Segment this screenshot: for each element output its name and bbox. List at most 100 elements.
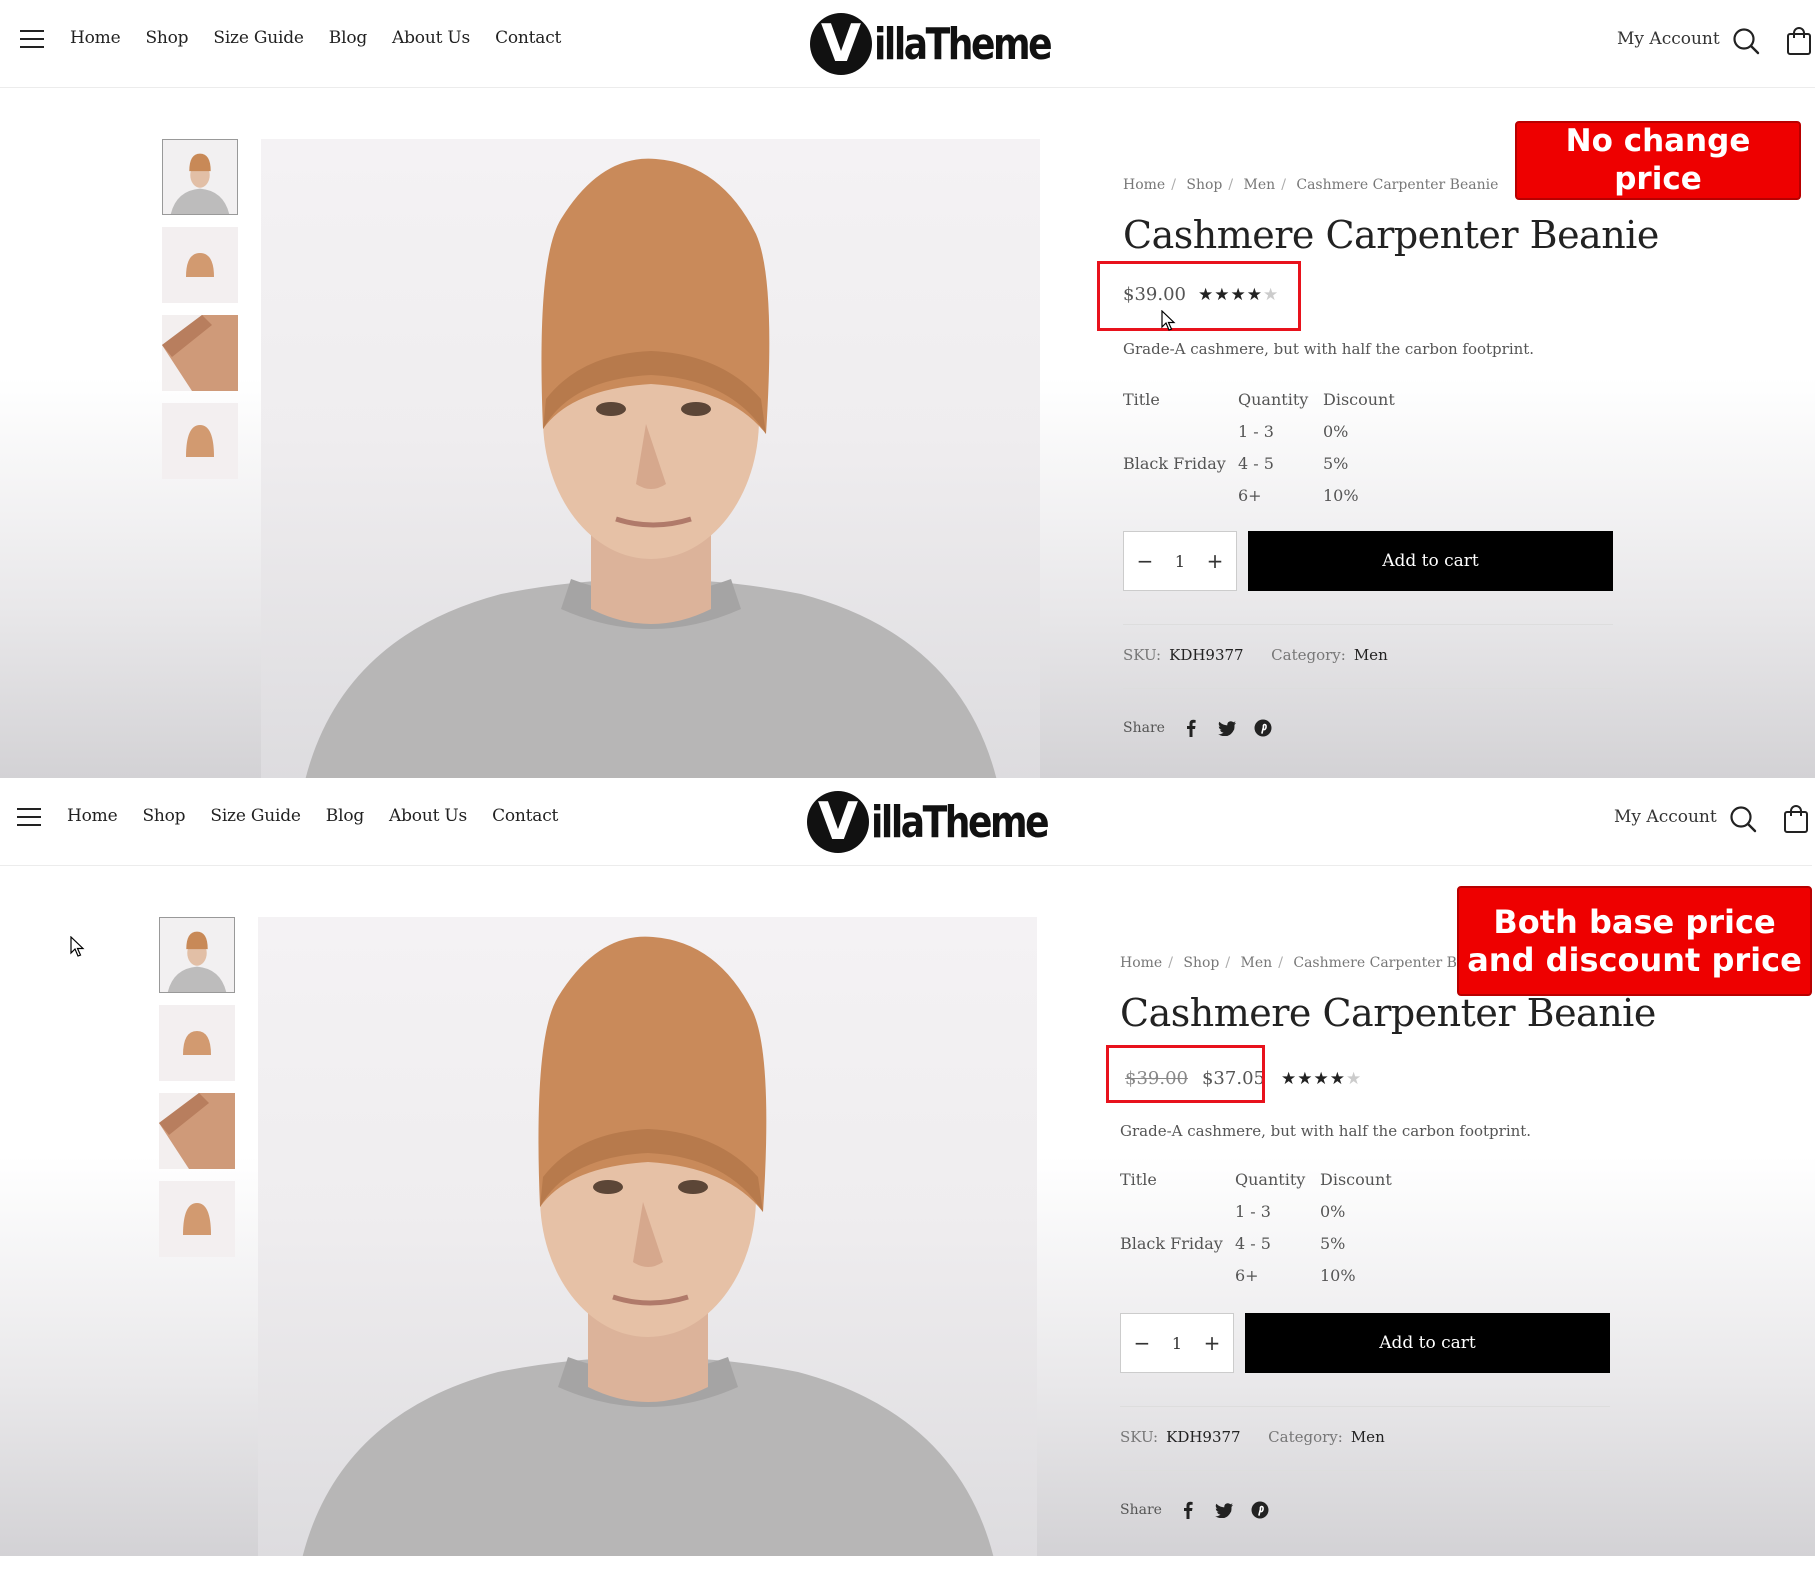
divider xyxy=(1123,624,1613,625)
row-quantity: 1 - 3 xyxy=(1235,1201,1271,1221)
header-discount: Discount xyxy=(1320,1169,1392,1189)
header-quantity: Quantity xyxy=(1235,1169,1306,1189)
facebook-icon[interactable] xyxy=(1178,1500,1198,1520)
mouse-cursor-icon xyxy=(70,936,85,957)
share-label: Share xyxy=(1123,720,1165,736)
nav-contact[interactable]: Contact xyxy=(495,28,561,48)
breadcrumb-shop[interactable]: Shop xyxy=(1186,177,1222,193)
table-row: 6+ 10% xyxy=(1123,479,1423,511)
pinterest-icon[interactable] xyxy=(1250,1500,1270,1520)
add-to-cart-button[interactable]: Add to cart xyxy=(1248,531,1613,591)
thumbnail-beanie-image xyxy=(186,253,214,277)
nav-size-guide[interactable]: Size Guide xyxy=(213,28,304,48)
product-meta: SKU: KDH9377 Category: Men xyxy=(1123,646,1388,664)
nav-home[interactable]: Home xyxy=(70,28,121,48)
category-link[interactable]: Men xyxy=(1354,646,1388,664)
short-description: Grade-A cashmere, but with half the carb… xyxy=(1123,340,1535,358)
add-to-cart-button[interactable]: Add to cart xyxy=(1245,1313,1610,1373)
thumbnail-model[interactable] xyxy=(159,917,235,993)
thumbnail-beanie-back[interactable] xyxy=(162,403,238,479)
short-description: Grade-A cashmere, but with half the carb… xyxy=(1120,1122,1532,1140)
quantity-input[interactable]: 1 xyxy=(1172,1334,1182,1353)
search-icon[interactable] xyxy=(1728,804,1758,834)
thumbnail-model[interactable] xyxy=(162,139,238,215)
thumbnail-beanie-front[interactable] xyxy=(159,1005,235,1081)
nav-blog[interactable]: Blog xyxy=(329,28,367,48)
callout-text: No change price xyxy=(1565,123,1751,197)
sku-value: KDH9377 xyxy=(1166,1428,1241,1446)
breadcrumb-men[interactable]: Men xyxy=(1244,177,1276,193)
row-discount: 10% xyxy=(1320,1265,1356,1285)
thumbnail-beanie-back-image xyxy=(183,1203,211,1235)
cart-bag-icon[interactable] xyxy=(1785,26,1813,56)
row-title xyxy=(1120,1195,1235,1227)
share-label: Share xyxy=(1120,1502,1162,1518)
row-discount: 0% xyxy=(1320,1201,1346,1221)
pinterest-icon[interactable] xyxy=(1253,718,1273,738)
divider xyxy=(1120,1470,1610,1471)
divider xyxy=(1120,1406,1610,1407)
hamburger-menu-icon[interactable] xyxy=(20,30,44,50)
site-logo[interactable]: V illaTheme xyxy=(807,784,1086,860)
thumbnail-beanie-back-image xyxy=(186,425,214,457)
quantity-decrease-button[interactable]: − xyxy=(1134,549,1156,573)
logo-mark: V xyxy=(807,791,869,853)
product-meta: SKU: KDH9377 Category: Men xyxy=(1120,1428,1385,1446)
twitter-icon[interactable] xyxy=(1217,718,1237,738)
my-account-link[interactable]: My Account xyxy=(1617,29,1720,49)
discount-table: Title Quantity Discount 1 - 3 0% Black F… xyxy=(1123,383,1423,511)
annotation-callout: Both base price and discount price xyxy=(1457,886,1812,996)
site-logo[interactable]: V illaTheme xyxy=(810,6,1089,82)
quantity-increase-button[interactable]: + xyxy=(1204,549,1226,573)
row-title: Black Friday xyxy=(1123,453,1226,473)
logo-text: illaTheme xyxy=(871,796,1050,848)
nav-about-us[interactable]: About Us xyxy=(392,28,470,48)
nav-blog[interactable]: Blog xyxy=(326,806,364,826)
header-discount: Discount xyxy=(1323,389,1395,409)
nav-shop[interactable]: Shop xyxy=(145,28,188,48)
quantity-decrease-button[interactable]: − xyxy=(1131,1331,1153,1355)
quantity-increase-button[interactable]: + xyxy=(1201,1331,1223,1355)
thumbnail-beanie-closeup[interactable] xyxy=(162,315,238,391)
nav-about-us[interactable]: About Us xyxy=(389,806,467,826)
product-thumbnails xyxy=(159,917,235,1269)
nav-contact[interactable]: Contact xyxy=(492,806,558,826)
row-discount: 5% xyxy=(1323,453,1349,473)
logo-text: illaTheme xyxy=(874,18,1053,70)
quantity-stepper: − 1 + xyxy=(1120,1313,1234,1373)
cart-bag-icon[interactable] xyxy=(1782,804,1810,834)
model-wearing-beanie-image xyxy=(302,936,994,1556)
hamburger-menu-icon[interactable] xyxy=(17,808,41,828)
table-row: Black Friday 4 - 5 5% xyxy=(1120,1227,1420,1259)
my-account-link[interactable]: My Account xyxy=(1614,807,1717,827)
share-row: Share xyxy=(1123,718,1273,738)
breadcrumb-shop[interactable]: Shop xyxy=(1183,955,1219,971)
thumbnail-beanie-front[interactable] xyxy=(162,227,238,303)
breadcrumb-home[interactable]: Home xyxy=(1120,955,1162,971)
sku-label: SKU: xyxy=(1120,1428,1159,1446)
nav-shop[interactable]: Shop xyxy=(142,806,185,826)
thumbnail-closeup-image xyxy=(162,315,238,391)
quantity-input[interactable]: 1 xyxy=(1175,552,1185,571)
thumbnail-model-image xyxy=(163,140,237,214)
search-icon[interactable] xyxy=(1731,26,1761,56)
star-rating[interactable]: ★★★★★ xyxy=(1281,1069,1362,1089)
product-main-image[interactable] xyxy=(258,917,1037,1556)
callout-text-line1: Both base price xyxy=(1493,902,1776,941)
twitter-icon[interactable] xyxy=(1214,1500,1234,1520)
row-quantity: 1 - 3 xyxy=(1238,421,1274,441)
facebook-icon[interactable] xyxy=(1181,718,1201,738)
header-title: Title xyxy=(1120,1169,1157,1189)
thumbnail-beanie-closeup[interactable] xyxy=(159,1093,235,1169)
product-main-image[interactable] xyxy=(261,139,1040,778)
nav-home[interactable]: Home xyxy=(67,806,118,826)
breadcrumb-current: Cashmere Carpenter Beanie xyxy=(1296,177,1499,193)
nav-size-guide[interactable]: Size Guide xyxy=(210,806,301,826)
category-link[interactable]: Men xyxy=(1351,1428,1385,1446)
row-quantity: 4 - 5 xyxy=(1238,453,1274,473)
thumbnail-beanie-back[interactable] xyxy=(159,1181,235,1257)
table-row: 6+ 10% xyxy=(1120,1259,1420,1291)
thumbnail-model-image xyxy=(160,918,234,992)
breadcrumb-men[interactable]: Men xyxy=(1241,955,1273,971)
breadcrumb-home[interactable]: Home xyxy=(1123,177,1165,193)
